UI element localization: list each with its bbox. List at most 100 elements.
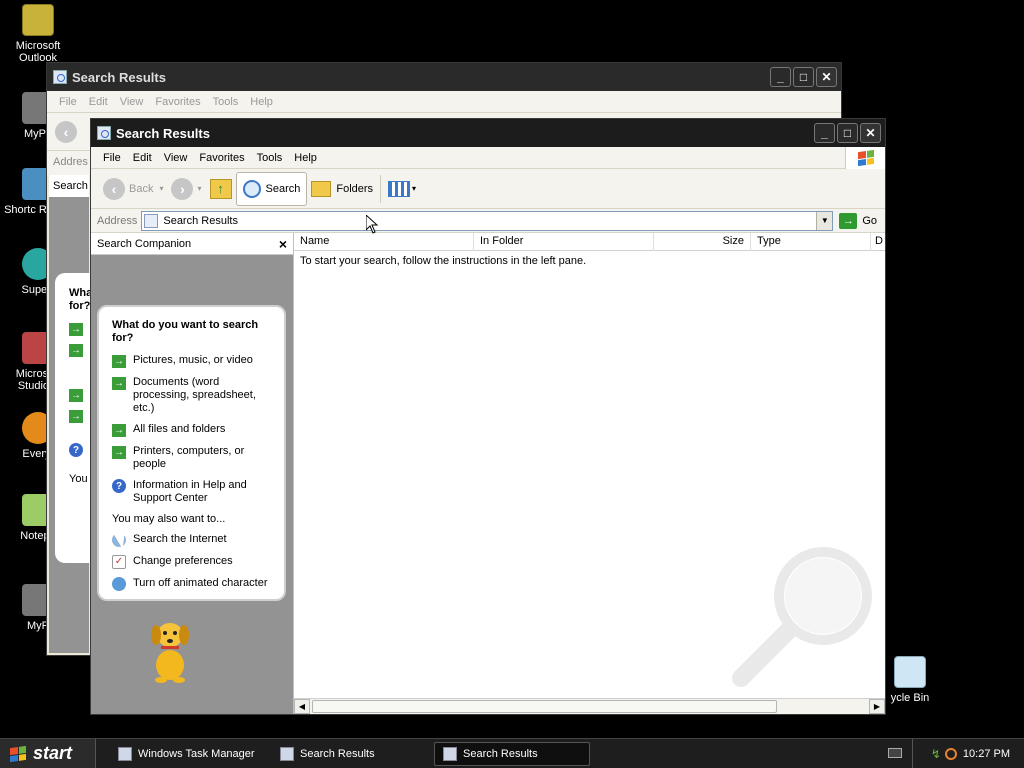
- option-label[interactable]: Search the Internet: [133, 533, 227, 546]
- recycle-bin-icon: [894, 656, 926, 688]
- folders-button[interactable]: Folders: [307, 172, 377, 206]
- menu-view[interactable]: View: [158, 152, 194, 164]
- task-task-manager[interactable]: Windows Task Manager: [110, 742, 266, 766]
- close-button[interactable]: ✕: [816, 67, 837, 87]
- minimize-button[interactable]: _: [814, 123, 835, 143]
- help-icon: ?: [112, 479, 126, 493]
- windows-logo-icon: [845, 147, 885, 169]
- menu-favorites[interactable]: Favorites: [193, 152, 250, 164]
- scroll-right-button[interactable]: ▶: [869, 699, 885, 714]
- option-label[interactable]: Pictures, music, or video: [133, 354, 253, 367]
- menu-file[interactable]: File: [97, 152, 127, 164]
- horizontal-scrollbar[interactable]: ◀ ▶: [294, 698, 885, 714]
- chevron-down-icon[interactable]: ▼: [816, 211, 833, 230]
- maximize-button[interactable]: □: [793, 67, 814, 87]
- menu-help[interactable]: Help: [244, 96, 279, 108]
- toolbar: ‹ Back ▾ › ▾ ↑ Search Folders ▾: [91, 169, 885, 209]
- content-area: Search Companion × What do you want to s…: [91, 233, 885, 714]
- chevron-down-icon[interactable]: ▾: [159, 184, 163, 193]
- option-search-internet[interactable]: Search the Internet: [112, 533, 274, 547]
- menu-tools[interactable]: Tools: [251, 152, 289, 164]
- menu-view[interactable]: View: [114, 96, 150, 108]
- menu-favorites[interactable]: Favorites: [149, 96, 206, 108]
- forward-button[interactable]: › ▾: [167, 172, 205, 206]
- go-label: Go: [862, 214, 877, 227]
- menu-edit[interactable]: Edit: [83, 96, 114, 108]
- option-label[interactable]: Printers, computers, or people: [133, 445, 274, 471]
- green-arrow-icon[interactable]: →: [69, 344, 83, 357]
- search-button[interactable]: Search: [235, 171, 308, 206]
- column-type[interactable]: Type: [751, 233, 871, 251]
- search-label: Search: [265, 182, 301, 195]
- maximize-button[interactable]: □: [837, 123, 858, 143]
- menu-help[interactable]: Help: [288, 152, 323, 164]
- address-label: Address: [97, 214, 138, 227]
- option-turn-off-character[interactable]: Turn off animated character: [112, 577, 274, 591]
- option-change-preferences[interactable]: ✓ Change preferences: [112, 555, 274, 569]
- back-arrow-icon[interactable]: ‹: [55, 120, 77, 143]
- minimize-button[interactable]: _: [770, 67, 791, 87]
- option-label[interactable]: Documents (word processing, spreadsheet,…: [133, 376, 274, 415]
- option-pictures[interactable]: → Pictures, music, or video: [112, 354, 274, 368]
- start-button[interactable]: start: [0, 738, 96, 768]
- search-window-icon: [97, 126, 111, 140]
- option-all-files[interactable]: → All files and folders: [112, 423, 274, 437]
- green-arrow-icon: →: [112, 446, 126, 459]
- column-in-folder[interactable]: In Folder: [474, 233, 654, 251]
- desktop-icon-outlook[interactable]: Microsoft Outlook: [0, 4, 76, 64]
- column-name[interactable]: Name: [294, 233, 474, 251]
- column-size[interactable]: Size: [654, 233, 751, 251]
- green-arrow-icon[interactable]: →: [69, 410, 83, 423]
- option-label[interactable]: Information in Help and Support Center: [133, 479, 274, 505]
- search-results-window[interactable]: Search Results _ □ ✕ File Edit View Favo…: [90, 118, 886, 715]
- task-label: Windows Task Manager: [138, 747, 255, 760]
- preferences-checklist-icon: ✓: [112, 555, 126, 569]
- search-companion-header: Search Companion ×: [91, 233, 293, 255]
- close-icon[interactable]: ×: [279, 236, 287, 252]
- option-documents[interactable]: → Documents (word processing, spreadshee…: [112, 376, 274, 415]
- option-label[interactable]: All files and folders: [133, 423, 225, 436]
- go-arrow-icon: →: [839, 212, 858, 229]
- menu-bar: File Edit View Favorites Tools Help: [47, 91, 841, 113]
- menu-edit[interactable]: Edit: [127, 152, 158, 164]
- help-icon[interactable]: ?: [69, 443, 83, 457]
- network-icon[interactable]: ↯: [931, 747, 941, 761]
- search-tray-icon[interactable]: [944, 748, 957, 760]
- close-button[interactable]: ✕: [860, 123, 881, 143]
- search-window-icon: [443, 746, 457, 761]
- title-bar[interactable]: Search Results _ □ ✕: [47, 63, 841, 91]
- menu-file[interactable]: File: [53, 96, 83, 108]
- menu-tools[interactable]: Tools: [207, 96, 245, 108]
- magnifier-watermark-icon: [732, 547, 872, 687]
- views-button[interactable]: ▾: [384, 172, 420, 206]
- views-icon: [388, 180, 411, 197]
- search-dog-icon[interactable]: [145, 613, 195, 683]
- green-arrow-icon[interactable]: →: [69, 323, 83, 336]
- task-label: Search Results: [463, 747, 538, 760]
- search-icon: [242, 179, 261, 198]
- up-folder-button[interactable]: ↑: [206, 172, 236, 206]
- option-printers[interactable]: → Printers, computers, or people: [112, 445, 274, 471]
- animated-character-icon: [112, 577, 126, 591]
- task-search-results-1[interactable]: Search Results: [272, 742, 428, 766]
- option-label[interactable]: Turn off animated character: [133, 577, 268, 590]
- option-help-center[interactable]: ? Information in Help and Support Center: [112, 479, 274, 505]
- folders-label: Folders: [336, 182, 374, 195]
- toolbar-separator: [380, 174, 382, 203]
- back-button[interactable]: ‹ Back ▾: [99, 172, 167, 206]
- task-label: Search Results: [300, 747, 375, 760]
- option-label[interactable]: Change preferences: [133, 555, 233, 568]
- search-window-icon: [53, 70, 67, 84]
- task-search-results-2[interactable]: Search Results: [434, 741, 590, 766]
- scroll-left-button[interactable]: ◀: [294, 699, 310, 714]
- column-date[interactable]: D: [871, 233, 885, 251]
- clock[interactable]: 10:27 PM: [963, 748, 1010, 760]
- green-arrow-icon[interactable]: →: [69, 389, 83, 402]
- go-button[interactable]: → Go: [833, 212, 885, 229]
- scroll-thumb[interactable]: [312, 700, 777, 713]
- address-field[interactable]: Search Results ▼: [141, 210, 834, 231]
- chevron-down-icon[interactable]: ▾: [197, 184, 201, 193]
- keyboard-icon[interactable]: [888, 748, 902, 758]
- results-instruction: To start your search, follow the instruc…: [300, 255, 587, 267]
- title-bar[interactable]: Search Results _ □ ✕: [91, 119, 885, 147]
